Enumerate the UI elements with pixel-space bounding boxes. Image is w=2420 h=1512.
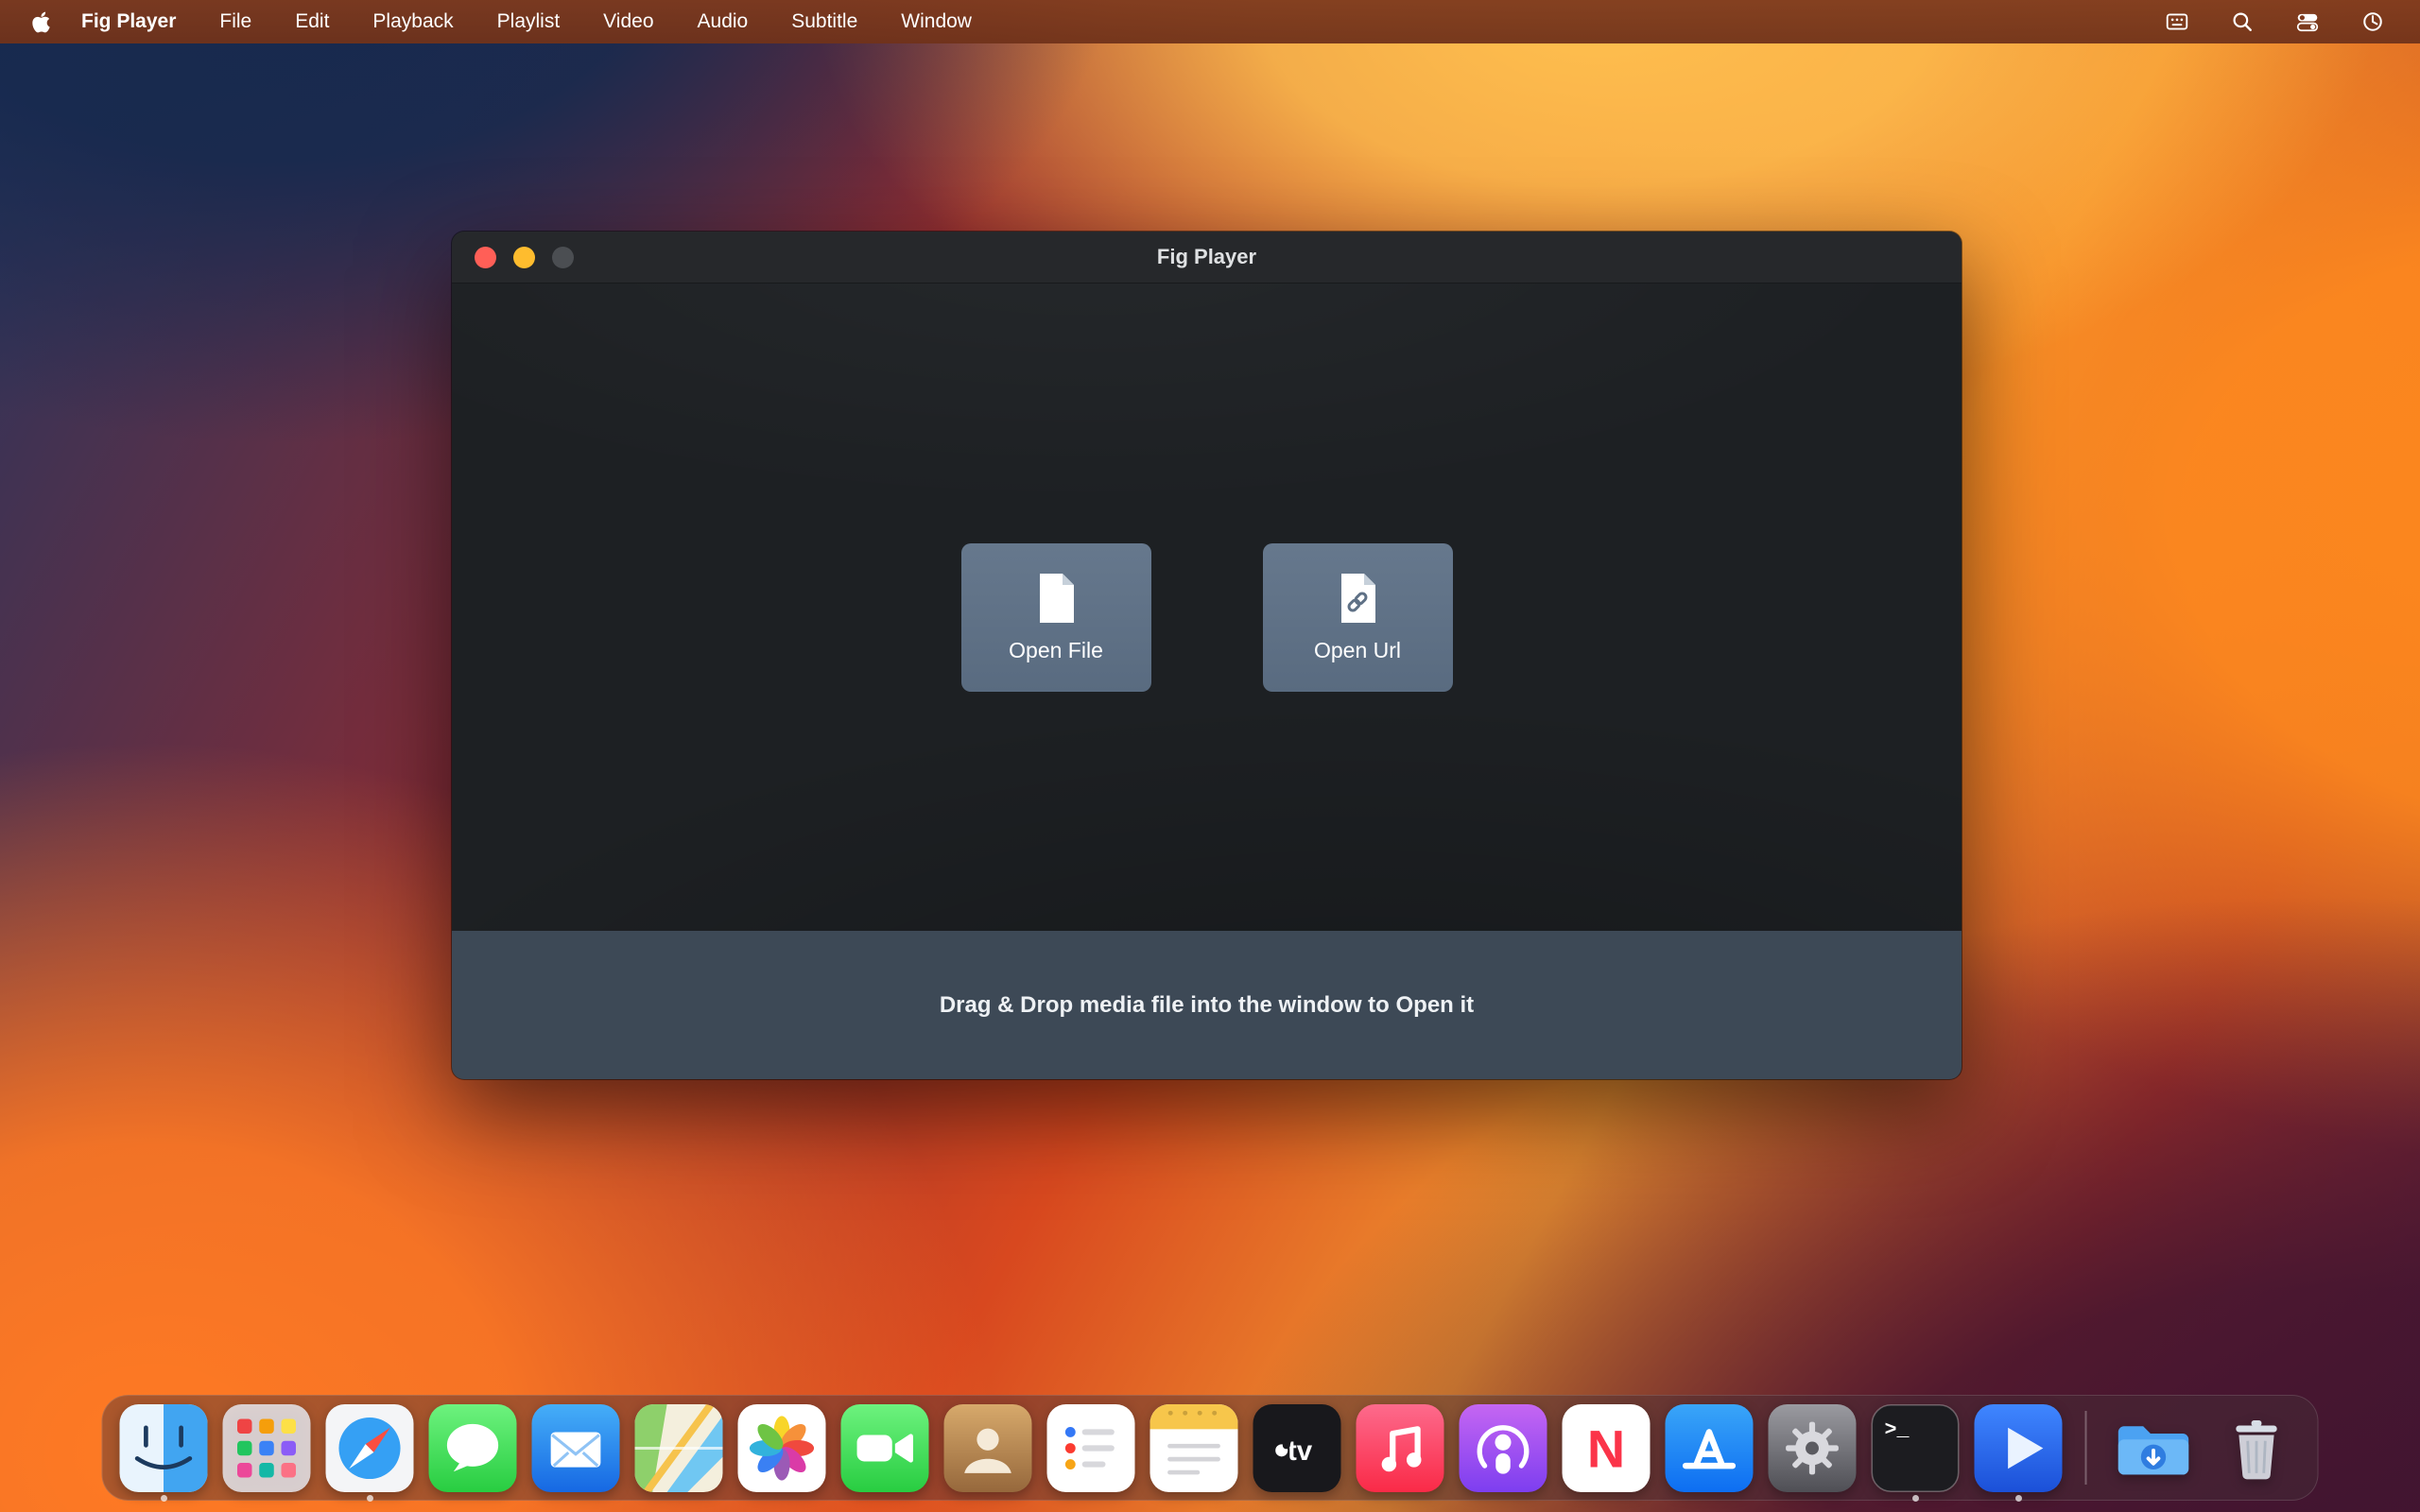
facetime-icon [841,1404,929,1492]
dock: tv N [102,1395,2319,1501]
dock-item-app-store[interactable] [1666,1404,1754,1492]
launchpad-icon [223,1404,311,1492]
dock-item-facetime[interactable] [841,1404,929,1492]
dock-item-apple-tv[interactable]: tv [1253,1404,1341,1492]
terminal-icon: >_ [1872,1404,1960,1492]
dock-item-mail[interactable] [532,1404,620,1492]
clock-icon[interactable] [2361,10,2384,33]
dock-item-notes[interactable] [1150,1404,1238,1492]
dock-item-terminal[interactable]: >_ [1872,1404,1960,1492]
safari-icon [326,1404,414,1492]
podcasts-icon [1460,1404,1547,1492]
hint-bar: Drag & Drop media file into the window t… [452,931,1962,1079]
trash-icon [2213,1404,2301,1492]
dock-item-trash[interactable] [2213,1404,2301,1492]
apple-logo-icon [32,10,50,34]
messages-icon [429,1404,517,1492]
music-icon [1357,1404,1444,1492]
apple-tv-icon: tv [1253,1404,1341,1492]
reminders-icon [1047,1404,1135,1492]
downloads-folder-icon [2110,1404,2198,1492]
mail-icon [532,1404,620,1492]
menu-video[interactable]: Video [581,0,675,43]
zoom-button-disabled [552,247,574,268]
drop-zone[interactable]: Open File Open Url [452,284,1962,931]
open-file-button[interactable]: Open File [961,543,1151,692]
fig-player-icon [1975,1404,2063,1492]
svg-text:>_: >_ [1884,1418,1910,1441]
dock-item-finder[interactable] [120,1404,208,1492]
link-icon [1336,572,1379,625]
dock-item-system-settings[interactable] [1769,1404,1857,1492]
dock-item-music[interactable] [1357,1404,1444,1492]
traffic-lights [475,247,574,268]
dock-item-photos[interactable] [738,1404,826,1492]
dock-item-podcasts[interactable] [1460,1404,1547,1492]
open-url-button[interactable]: Open Url [1263,543,1453,692]
app-store-icon [1666,1404,1754,1492]
notes-icon [1150,1404,1238,1492]
dock-separator [2085,1411,2087,1485]
system-settings-icon [1769,1404,1857,1492]
svg-text:tv: tv [1288,1435,1313,1466]
minimize-button[interactable] [513,247,535,268]
drop-hint-text: Drag & Drop media file into the window t… [940,992,1474,1019]
dock-item-news[interactable]: N [1563,1404,1651,1492]
window-titlebar[interactable]: Fig Player [452,232,1962,284]
menu-subtitle[interactable]: Subtitle [769,0,879,43]
dock-item-contacts[interactable] [944,1404,1032,1492]
menu-app-name[interactable]: Fig Player [60,0,198,43]
input-source-icon[interactable] [2165,10,2189,33]
menu-window[interactable]: Window [879,0,994,43]
control-center-icon[interactable] [2295,10,2320,33]
dock-item-reminders[interactable] [1047,1404,1135,1492]
dock-item-downloads[interactable] [2110,1404,2198,1492]
fig-player-window: Fig Player Open File Ope [452,232,1962,1079]
status-icons [2165,10,2384,33]
dock-item-messages[interactable] [429,1404,517,1492]
menu-playback[interactable]: Playback [351,0,475,43]
dock-item-launchpad[interactable] [223,1404,311,1492]
apple-menu[interactable] [32,10,50,34]
menu-playlist[interactable]: Playlist [475,0,582,43]
menu-edit[interactable]: Edit [273,0,351,43]
file-icon [1034,572,1078,625]
menu-file[interactable]: File [198,0,273,43]
maps-icon [635,1404,723,1492]
open-file-label: Open File [1009,638,1103,663]
spotlight-search-icon[interactable] [2231,10,2254,33]
desktop: Fig Player File Edit Playback Playlist V… [0,0,2420,1512]
dock-item-fig-player[interactable] [1975,1404,2063,1492]
contacts-icon [944,1404,1032,1492]
svg-text:N: N [1587,1418,1625,1478]
dock-item-maps[interactable] [635,1404,723,1492]
news-icon: N [1563,1404,1651,1492]
open-url-label: Open Url [1314,638,1401,663]
window-title: Fig Player [452,245,1962,269]
close-button[interactable] [475,247,496,268]
dock-item-safari[interactable] [326,1404,414,1492]
menu-audio[interactable]: Audio [676,0,770,43]
finder-icon [120,1404,208,1492]
photos-icon [738,1404,826,1492]
menu-bar: Fig Player File Edit Playback Playlist V… [0,0,2420,43]
